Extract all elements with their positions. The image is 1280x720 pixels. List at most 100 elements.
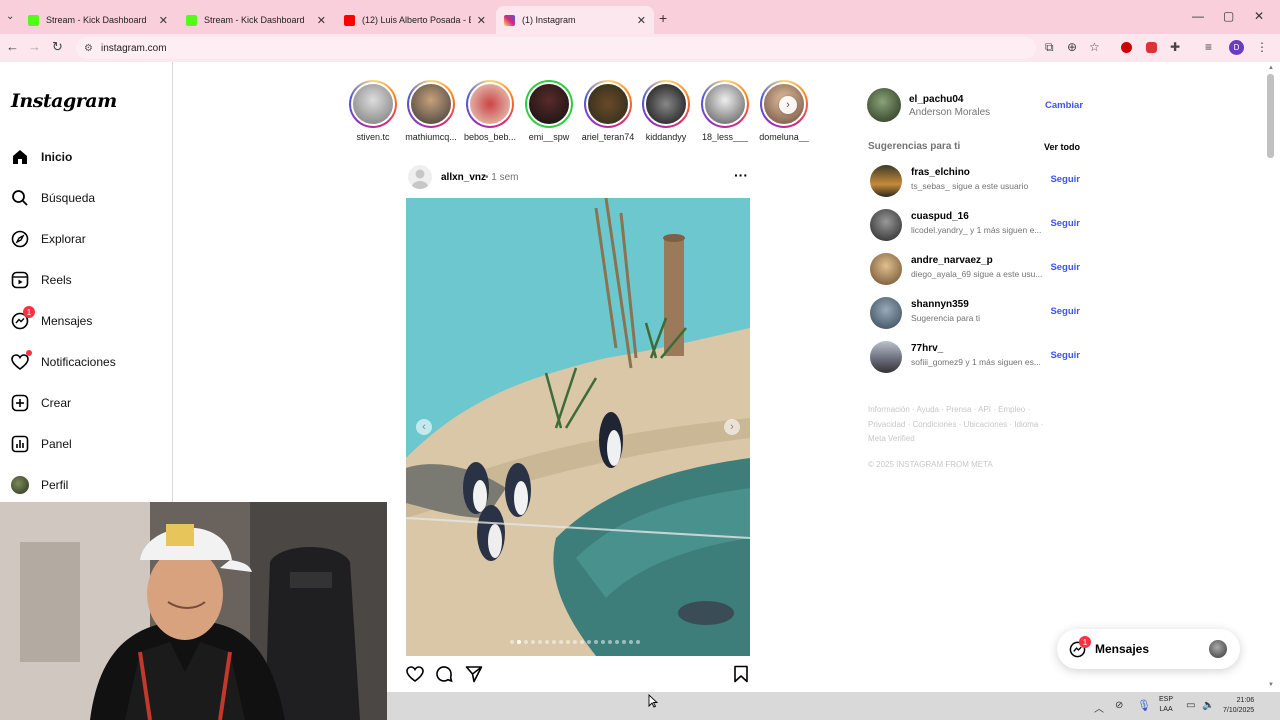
footer-links[interactable]: Meta Verified	[868, 434, 915, 443]
suggestion-item: 77hrv_ sofiii_gomez9 y 1 más siguen es..…	[870, 339, 1080, 375]
story-item[interactable]: emi__spw	[520, 80, 578, 142]
new-tab-icon[interactable]: +	[659, 10, 667, 26]
share-send-icon[interactable]	[465, 665, 483, 688]
story-item[interactable]: bebos_beb...	[461, 80, 519, 142]
nav-notifications[interactable]: Notificaciones	[11, 350, 116, 374]
nav-reels[interactable]: Reels	[11, 268, 72, 292]
follow-button[interactable]: Seguir	[1050, 306, 1080, 317]
minimize-icon[interactable]: —	[1192, 9, 1204, 23]
forward-icon[interactable]: →	[28, 39, 41, 54]
carousel-next-icon[interactable]: ›	[724, 419, 740, 435]
close-tab-icon[interactable]: ✕	[317, 14, 326, 27]
close-window-icon[interactable]: ✕	[1254, 9, 1264, 23]
reload-icon[interactable]: ↻	[52, 39, 63, 55]
tab-youtube[interactable]: (12) Luis Alberto Posada - El Pr ✕	[336, 6, 494, 34]
mouse-cursor-icon	[648, 693, 659, 713]
suggestion-avatar[interactable]	[870, 297, 902, 329]
suggestion-avatar[interactable]	[870, 253, 902, 285]
nav-profile[interactable]: Perfil	[11, 473, 68, 497]
nav-create[interactable]: Crear	[11, 391, 71, 415]
save-bookmark-icon[interactable]	[733, 665, 749, 688]
tab-kick-2[interactable]: Stream - Kick Dashboard ✕	[178, 6, 334, 34]
clock-date: 7/10/2025	[1223, 707, 1255, 714]
suggestion-reason: diego_ayala_69 sigue a este usu...	[911, 269, 1043, 279]
site-info-icon[interactable]: ⚙	[84, 43, 93, 54]
post-image[interactable]: ‹ ›	[406, 198, 750, 656]
close-tab-icon[interactable]: ✕	[477, 14, 486, 27]
network-icon[interactable]: ⊘	[1115, 700, 1123, 711]
more-options-icon[interactable]: ···	[734, 167, 748, 183]
media-control-icon[interactable]: ≡	[1205, 40, 1212, 54]
follow-button[interactable]: Seguir	[1050, 218, 1080, 229]
tab-instagram[interactable]: (1) Instagram ✕	[496, 6, 654, 34]
follow-button[interactable]: Seguir	[1050, 262, 1080, 273]
stories-next-icon[interactable]: ›	[779, 96, 797, 114]
story-item[interactable]: stiven.tc	[344, 80, 402, 142]
story-item[interactable]: 18_less___	[696, 80, 754, 142]
extensions-puzzle-icon[interactable]: ✚	[1170, 40, 1180, 54]
tab-title: (12) Luis Alberto Posada - El Pr	[362, 15, 471, 25]
story-username: domeluna__	[759, 132, 809, 142]
suggestion-reason: ts_sebas_ sigue a este usuario	[911, 181, 1029, 191]
bookmark-star-icon[interactable]: ☆	[1089, 40, 1100, 54]
footer-links[interactable]: Privacidad · Condiciones · Ubicaciones ·…	[868, 420, 1043, 429]
tab-kick-1[interactable]: Stream - Kick Dashboard ✕	[20, 6, 176, 34]
follow-button[interactable]: Seguir	[1050, 174, 1080, 185]
address-bar[interactable]: ⚙ instagram.com	[76, 37, 1036, 59]
story-item[interactable]: ariel_teran74	[579, 80, 637, 142]
suggestion-avatar[interactable]	[870, 165, 902, 197]
story-username: emi__spw	[528, 132, 570, 142]
page-scrollbar[interactable]: ▲ ▼	[1266, 62, 1276, 692]
browser-menu-icon[interactable]: ⋮	[1256, 40, 1268, 54]
plus-square-icon	[11, 394, 29, 412]
suggestion-username[interactable]: cuaspud_16	[911, 211, 969, 222]
story-item[interactable]: kiddandyy	[637, 80, 695, 142]
microphone-icon[interactable]: 🎙	[1137, 699, 1151, 712]
close-tab-icon[interactable]: ✕	[159, 14, 168, 27]
post-author-avatar[interactable]	[408, 165, 432, 189]
instagram-logo[interactable]: Instagram	[11, 90, 117, 112]
zoom-icon[interactable]: ⊕	[1067, 40, 1077, 54]
nav-search[interactable]: Búsqueda	[11, 186, 95, 210]
suggestion-avatar[interactable]	[870, 341, 902, 373]
close-tab-icon[interactable]: ✕	[637, 14, 646, 27]
see-all-link[interactable]: Ver todo	[1044, 142, 1080, 152]
suggestion-username[interactable]: 77hrv_	[911, 343, 943, 354]
carousel-dots	[510, 640, 650, 644]
footer-links[interactable]: Información · Ayuda · Prensa · API · Emp…	[868, 405, 1030, 414]
post-author-username[interactable]: allxn_vnz	[441, 172, 486, 183]
back-icon[interactable]: ←	[6, 39, 19, 54]
account-username[interactable]: el_pachu04	[909, 94, 963, 105]
profile-avatar[interactable]: D	[1229, 40, 1244, 55]
tab-search-chevron-icon[interactable]: ⌄	[6, 11, 14, 22]
nav-home[interactable]: Inicio	[11, 145, 72, 169]
volume-icon[interactable]: 🔈	[1202, 700, 1214, 711]
follow-button[interactable]: Seguir	[1050, 350, 1080, 361]
comment-icon[interactable]	[435, 665, 453, 688]
messages-pill[interactable]: 1 Mensajes	[1057, 629, 1240, 669]
clock[interactable]: 21:06 7/10/2025	[1223, 696, 1254, 716]
story-item[interactable]: mathiumcq...	[402, 80, 460, 142]
tab-title: Stream - Kick Dashboard	[204, 15, 305, 25]
suggestion-username[interactable]: shannyn359	[911, 299, 969, 310]
scroll-down-icon[interactable]: ▼	[1268, 682, 1274, 688]
scroll-up-icon[interactable]: ▲	[1268, 65, 1274, 71]
suggestion-username[interactable]: andre_narvaez_p	[911, 255, 993, 266]
nav-messages[interactable]: 1 Mensajes	[11, 306, 92, 333]
account-avatar[interactable]	[867, 88, 901, 122]
opera-extension-icon[interactable]	[1121, 42, 1132, 53]
nav-explore[interactable]: Explorar	[11, 227, 86, 251]
scrollbar-thumb[interactable]	[1267, 74, 1274, 158]
suggestion-avatar[interactable]	[870, 209, 902, 241]
install-app-icon[interactable]: ⧉	[1045, 40, 1054, 55]
carousel-prev-icon[interactable]: ‹	[416, 419, 432, 435]
display-icon[interactable]: ▭	[1186, 700, 1195, 711]
nav-dashboard[interactable]: Panel	[11, 432, 72, 456]
suggestion-username[interactable]: fras_elchino	[911, 167, 970, 178]
tray-chevron-icon[interactable]: ︿	[1094, 700, 1104, 715]
input-language[interactable]: ESP LAA	[1159, 695, 1173, 715]
maximize-icon[interactable]: ▢	[1223, 9, 1234, 23]
extension-icon[interactable]	[1146, 42, 1157, 53]
like-heart-icon[interactable]	[406, 665, 424, 688]
switch-account-link[interactable]: Cambiar	[1045, 100, 1083, 111]
